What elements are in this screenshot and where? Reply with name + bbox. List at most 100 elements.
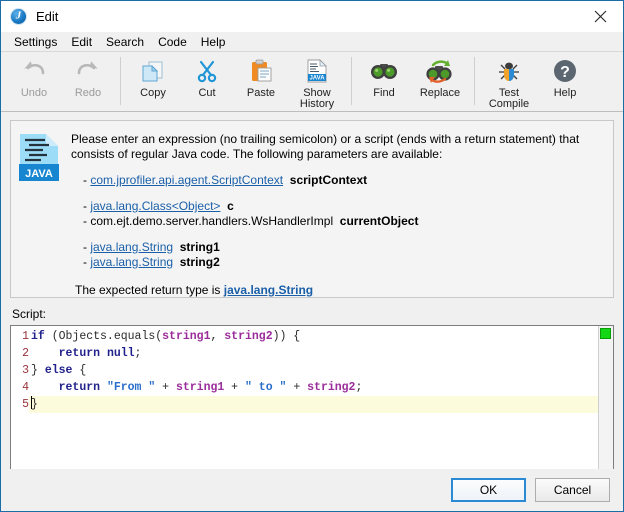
compile-status-marker (600, 328, 611, 339)
code-token: + (155, 381, 176, 394)
cut-button[interactable]: Cut (180, 55, 234, 99)
param-type-link[interactable]: java.lang.String (90, 255, 173, 269)
copy-button[interactable]: Copy (126, 55, 180, 99)
undo-button[interactable]: Undo (7, 55, 61, 99)
window-title: Edit (36, 9, 58, 24)
menu-bar: Settings Edit Search Code Help (1, 32, 623, 52)
menu-item-settings[interactable]: Settings (7, 33, 64, 51)
cancel-button[interactable]: Cancel (535, 478, 610, 502)
code-token (31, 347, 59, 360)
param-line: - com.jprofiler.api.agent.ScriptContext … (71, 173, 605, 188)
script-editor[interactable]: 12345 if (Objects.equals(string1, string… (10, 325, 614, 478)
code-token (100, 347, 107, 360)
code-text-area[interactable]: if (Objects.equals(string1, string2)) { … (29, 326, 613, 477)
close-icon[interactable] (578, 1, 623, 32)
java-file-icon: JAVA (19, 131, 61, 291)
code-token: } (31, 398, 38, 411)
param-name: currentObject (340, 214, 419, 228)
copy-pages-icon (140, 57, 166, 85)
help-button[interactable]: ? Help (538, 55, 592, 99)
line-number: 2 (11, 345, 29, 362)
code-token: ; (355, 381, 362, 394)
param-line: - java.lang.Class<Object> c (71, 199, 605, 214)
info-body: Please enter an expression (no trailing … (61, 131, 605, 291)
code-token: } (31, 364, 45, 377)
redo-label: Redo (75, 88, 101, 99)
find-button[interactable]: Find (357, 55, 411, 99)
code-token: else (45, 364, 73, 377)
code-token: " to " (245, 381, 286, 394)
jprofiler-icon: J (10, 8, 27, 25)
clipboard-icon (249, 57, 273, 85)
code-token: ( (45, 330, 59, 343)
param-group: - java.lang.Class<Object> c - com.ejt.de… (71, 199, 605, 229)
line-number: 5 (11, 396, 29, 413)
binoculars-replace-icon (425, 57, 455, 85)
code-line[interactable]: return null; (29, 345, 613, 362)
toolbar-separator-1 (120, 57, 121, 105)
param-line: - java.lang.String string2 (71, 255, 605, 270)
show-history-button[interactable]: JAVA Show History (288, 55, 346, 110)
test-compile-button[interactable]: Test Compile (480, 55, 538, 110)
code-token: string2 (307, 381, 355, 394)
param-type-plain: com.ejt.demo.server.handlers.WsHandlerIm… (90, 214, 333, 228)
menu-item-edit[interactable]: Edit (64, 33, 99, 51)
code-token: string2 (224, 330, 272, 343)
param-type-link[interactable]: com.jprofiler.api.agent.ScriptContext (90, 173, 283, 187)
java-icon-badge: JAVA (25, 168, 53, 180)
code-token: + (286, 381, 307, 394)
param-name: scriptContext (290, 173, 367, 187)
code-token: string1 (176, 381, 224, 394)
toolbar-separator-3 (474, 57, 475, 105)
paste-button[interactable]: Paste (234, 55, 288, 99)
menu-item-search[interactable]: Search (99, 33, 151, 51)
code-token: if (31, 330, 45, 343)
binoculars-icon (370, 57, 398, 85)
find-label: Find (373, 88, 394, 99)
menu-item-help[interactable]: Help (194, 33, 233, 51)
replace-button[interactable]: Replace (411, 55, 469, 99)
code-token: Objects.equals (59, 330, 156, 343)
svg-text:JAVA: JAVA (309, 76, 325, 82)
line-number: 3 (11, 362, 29, 379)
code-token: null (107, 347, 135, 360)
line-number: 4 (11, 379, 29, 396)
return-type-prefix: The expected return type is (75, 283, 224, 297)
java-document-icon: JAVA (306, 57, 328, 85)
param-group: - com.jprofiler.api.agent.ScriptContext … (71, 173, 605, 188)
param-line: - com.ejt.demo.server.handlers.WsHandler… (71, 214, 605, 229)
question-mark-icon: ? (552, 57, 578, 85)
line-number: 1 (11, 328, 29, 345)
code-line[interactable]: } else { (29, 362, 613, 379)
redo-arrow-icon (75, 57, 101, 85)
scissors-icon (195, 57, 219, 85)
code-token: )) { (273, 330, 301, 343)
return-type-link[interactable]: java.lang.String (224, 283, 313, 297)
undo-label: Undo (21, 88, 47, 99)
info-intro-text: Please enter an expression (no trailing … (71, 132, 601, 162)
code-token (31, 381, 59, 394)
code-line[interactable]: return "From " + string1 + " to " + stri… (29, 379, 613, 396)
menu-item-code[interactable]: Code (151, 33, 194, 51)
param-name: string1 (180, 240, 220, 254)
code-token: return (59, 381, 100, 394)
test-compile-label-line2: Compile (489, 98, 529, 110)
code-token: { (72, 364, 86, 377)
dialog-button-bar: OK Cancel (1, 469, 623, 511)
svg-text:?: ? (560, 64, 570, 81)
param-name: string2 (180, 255, 220, 269)
copy-label: Copy (140, 88, 166, 99)
param-type-link[interactable]: java.lang.String (90, 240, 173, 254)
edit-script-dialog: J Edit Settings Edit Search Code Help Un… (0, 0, 624, 512)
code-line[interactable]: if (Objects.equals(string1, string2)) { (29, 328, 613, 345)
param-type-link[interactable]: java.lang.Class<Object> (90, 199, 220, 213)
code-token: string1 (162, 330, 210, 343)
param-line: - java.lang.String string1 (71, 240, 605, 255)
editor-vertical-scrollbar[interactable] (598, 326, 613, 477)
code-line[interactable]: } (29, 396, 613, 413)
help-label: Help (554, 88, 577, 99)
script-label: Script: (12, 307, 623, 321)
ok-button[interactable]: OK (451, 478, 526, 502)
redo-button[interactable]: Redo (61, 55, 115, 99)
cut-label: Cut (198, 88, 215, 99)
